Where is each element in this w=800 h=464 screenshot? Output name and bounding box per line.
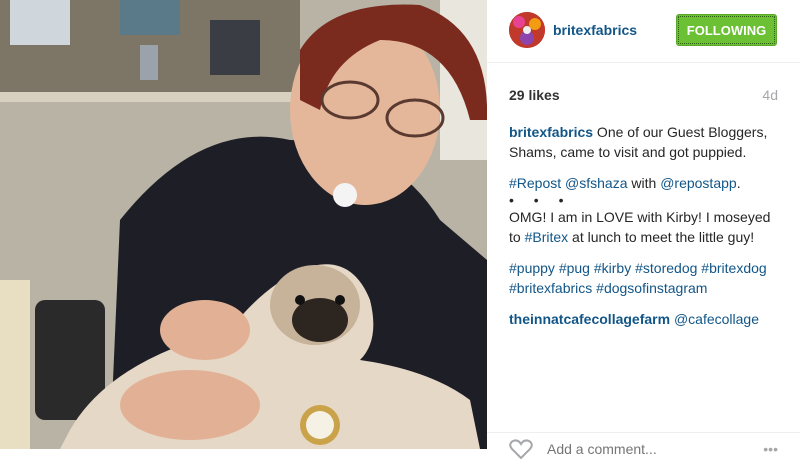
hashtag-britexfabrics[interactable]: #britexfabrics bbox=[509, 280, 592, 296]
post-author-username[interactable]: britexfabrics bbox=[553, 22, 637, 38]
hashtag-storedog[interactable]: #storedog bbox=[635, 260, 697, 276]
hashtag-britexdog[interactable]: #britexdog bbox=[701, 260, 766, 276]
following-button[interactable]: FOLLOWING bbox=[676, 14, 777, 46]
hashtag-dogsofinstagram[interactable]: #dogsofinstagram bbox=[596, 280, 707, 296]
post-header: britexfabrics FOLLOWING bbox=[487, 0, 800, 63]
hashtag-puppy[interactable]: #puppy bbox=[509, 260, 555, 276]
likes-count[interactable]: 29 likes bbox=[509, 87, 560, 103]
post-photo[interactable] bbox=[0, 0, 487, 449]
heart-outline-icon-graphic bbox=[509, 439, 533, 460]
caption-author[interactable]: britexfabrics bbox=[509, 124, 593, 140]
caption: britexfabrics One of our Guest Bloggers,… bbox=[509, 122, 779, 340]
comment-bar: ••• bbox=[487, 432, 800, 460]
add-comment-input[interactable] bbox=[547, 441, 747, 457]
heart-outline-icon[interactable] bbox=[509, 439, 533, 464]
caption-repost: #Repost @sfshaza with @repostapp. bbox=[509, 173, 779, 193]
mention-cafecollage[interactable]: @cafecollage bbox=[674, 311, 759, 327]
hashtag-britex[interactable]: #Britex bbox=[525, 229, 569, 245]
caption-hashtags: #puppy #pug #kirby #storedog #britexdog … bbox=[509, 258, 779, 298]
caption-body-end: at lunch to meet the little guy! bbox=[568, 229, 755, 245]
repost-end: . bbox=[736, 175, 741, 191]
mention-sfshaza[interactable]: @sfshaza bbox=[565, 175, 627, 191]
post-age[interactable]: 4d bbox=[762, 87, 778, 103]
post-photo-image bbox=[0, 0, 487, 449]
caption-body: OMG! I am in LOVE with Kirby! I moseyed … bbox=[509, 207, 779, 247]
avatar[interactable] bbox=[509, 12, 545, 48]
caption-intro: britexfabrics One of our Guest Bloggers,… bbox=[509, 122, 779, 162]
hashtag-pug[interactable]: #pug bbox=[559, 260, 590, 276]
comment-author[interactable]: theinnatcafecollagefarm bbox=[509, 311, 670, 327]
hashtag-kirby[interactable]: #kirby bbox=[594, 260, 631, 276]
more-options-button[interactable]: ••• bbox=[763, 441, 778, 457]
mention-repostapp[interactable]: @repostapp bbox=[660, 175, 736, 191]
caption-dots: • • • bbox=[509, 192, 572, 208]
post-details-panel: britexfabrics FOLLOWING 29 likes 4d brit… bbox=[487, 0, 800, 460]
repost-with: with bbox=[627, 175, 661, 191]
hashtag-repost[interactable]: #Repost bbox=[509, 175, 561, 191]
avatar-image bbox=[509, 12, 545, 48]
comment: theinnatcafecollagefarm @cafecollage bbox=[509, 309, 779, 329]
